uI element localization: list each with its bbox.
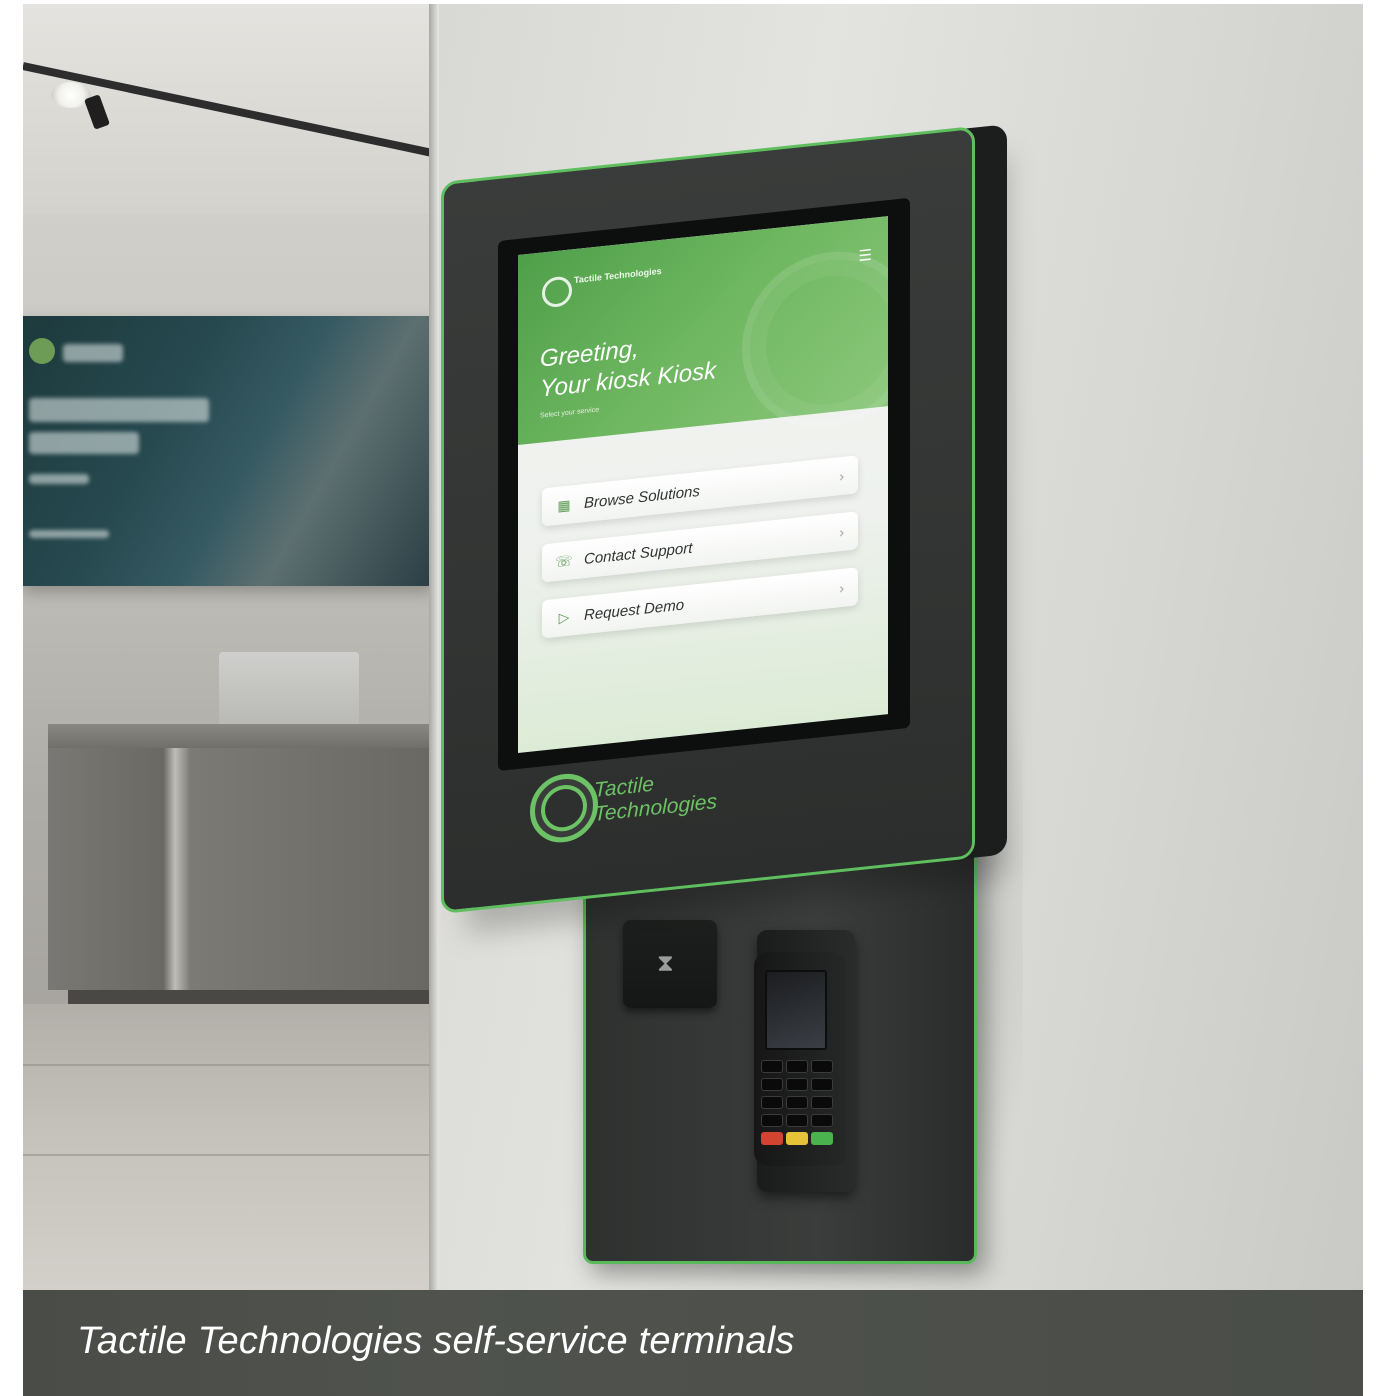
floor-tile-line bbox=[23, 1154, 433, 1156]
screen-logo-text: Tactile Technologies bbox=[574, 265, 662, 286]
cancel-key[interactable] bbox=[761, 1132, 783, 1145]
display-blur-caption bbox=[29, 474, 89, 484]
keypad-key[interactable] bbox=[811, 1096, 833, 1109]
reception-desk-top bbox=[48, 724, 433, 750]
clear-key[interactable] bbox=[786, 1132, 808, 1145]
keypad-key[interactable] bbox=[786, 1096, 808, 1109]
floor-tile-line bbox=[23, 1064, 433, 1066]
kiosk-brand-text: Tactile Technologies bbox=[594, 766, 717, 827]
request-demo-label: Request Demo bbox=[584, 596, 685, 624]
keypad-key[interactable] bbox=[811, 1114, 833, 1127]
wall-edge bbox=[429, 4, 439, 1290]
caption-text: Tactile Technologies self-service termin… bbox=[77, 1320, 795, 1362]
kiosk-photo: ⧗ Tactile Technologies ☰ Greeting, Your … bbox=[23, 4, 1363, 1290]
lobby-background bbox=[23, 4, 435, 1290]
keypad-key[interactable] bbox=[786, 1060, 808, 1073]
display-blur-heading bbox=[29, 398, 209, 422]
keypad-key[interactable] bbox=[761, 1060, 783, 1073]
headset-icon: ☏ bbox=[555, 551, 573, 570]
chevron-right-icon: › bbox=[839, 579, 844, 597]
reception-desk bbox=[48, 748, 433, 990]
contact-support-label: Contact Support bbox=[584, 539, 693, 568]
chevron-right-icon: › bbox=[839, 467, 844, 485]
contactless-icon: ⧗ bbox=[657, 950, 674, 977]
keypad-key[interactable] bbox=[811, 1060, 833, 1073]
play-icon: ▷ bbox=[558, 608, 570, 626]
payment-terminal-screen bbox=[765, 970, 827, 1050]
caption-bar: Tactile Technologies self-service termin… bbox=[23, 1290, 1363, 1396]
enter-key[interactable] bbox=[811, 1132, 833, 1145]
brand-logo-icon bbox=[542, 275, 572, 309]
kiosk-touchscreen[interactable]: Tactile Technologies ☰ Greeting, Your ki… bbox=[518, 216, 888, 753]
display-logo-icon bbox=[29, 338, 55, 364]
keypad-key[interactable] bbox=[786, 1114, 808, 1127]
keypad-key[interactable] bbox=[786, 1078, 808, 1091]
screen-subtitle: Select your service bbox=[540, 406, 600, 420]
kiosk-brand-logo-icon bbox=[530, 770, 598, 846]
photo-frame: ⧗ Tactile Technologies ☰ Greeting, Your … bbox=[23, 4, 1363, 1396]
keypad-key[interactable] bbox=[761, 1114, 783, 1127]
kiosk-head: Tactile Technologies ☰ Greeting, Your ki… bbox=[441, 125, 975, 915]
floor bbox=[23, 1004, 433, 1290]
browse-solutions-label: Browse Solutions bbox=[584, 482, 700, 512]
display-blur-footer bbox=[29, 530, 109, 538]
display-blur-text bbox=[63, 344, 123, 362]
chevron-right-icon: › bbox=[839, 523, 844, 541]
fingerprint-icon bbox=[742, 242, 888, 438]
request-demo-button[interactable]: ▷ Request Demo › bbox=[542, 567, 858, 639]
display-blur-heading-2 bbox=[29, 432, 139, 454]
keypad-key[interactable] bbox=[761, 1078, 783, 1091]
payment-keypad[interactable] bbox=[761, 1060, 833, 1145]
keypad-key[interactable] bbox=[811, 1078, 833, 1091]
nfc-reader[interactable]: ⧗ bbox=[623, 920, 717, 1008]
screen-hero: Tactile Technologies ☰ Greeting, Your ki… bbox=[518, 216, 888, 445]
wall-display bbox=[23, 316, 433, 586]
grid-icon: ▦ bbox=[557, 495, 571, 514]
desk-monitor bbox=[219, 652, 359, 728]
screen-title: Greeting, Your kiosk Kiosk bbox=[540, 326, 716, 405]
keypad-key[interactable] bbox=[761, 1096, 783, 1109]
hamburger-menu-icon[interactable]: ☰ bbox=[859, 246, 872, 265]
